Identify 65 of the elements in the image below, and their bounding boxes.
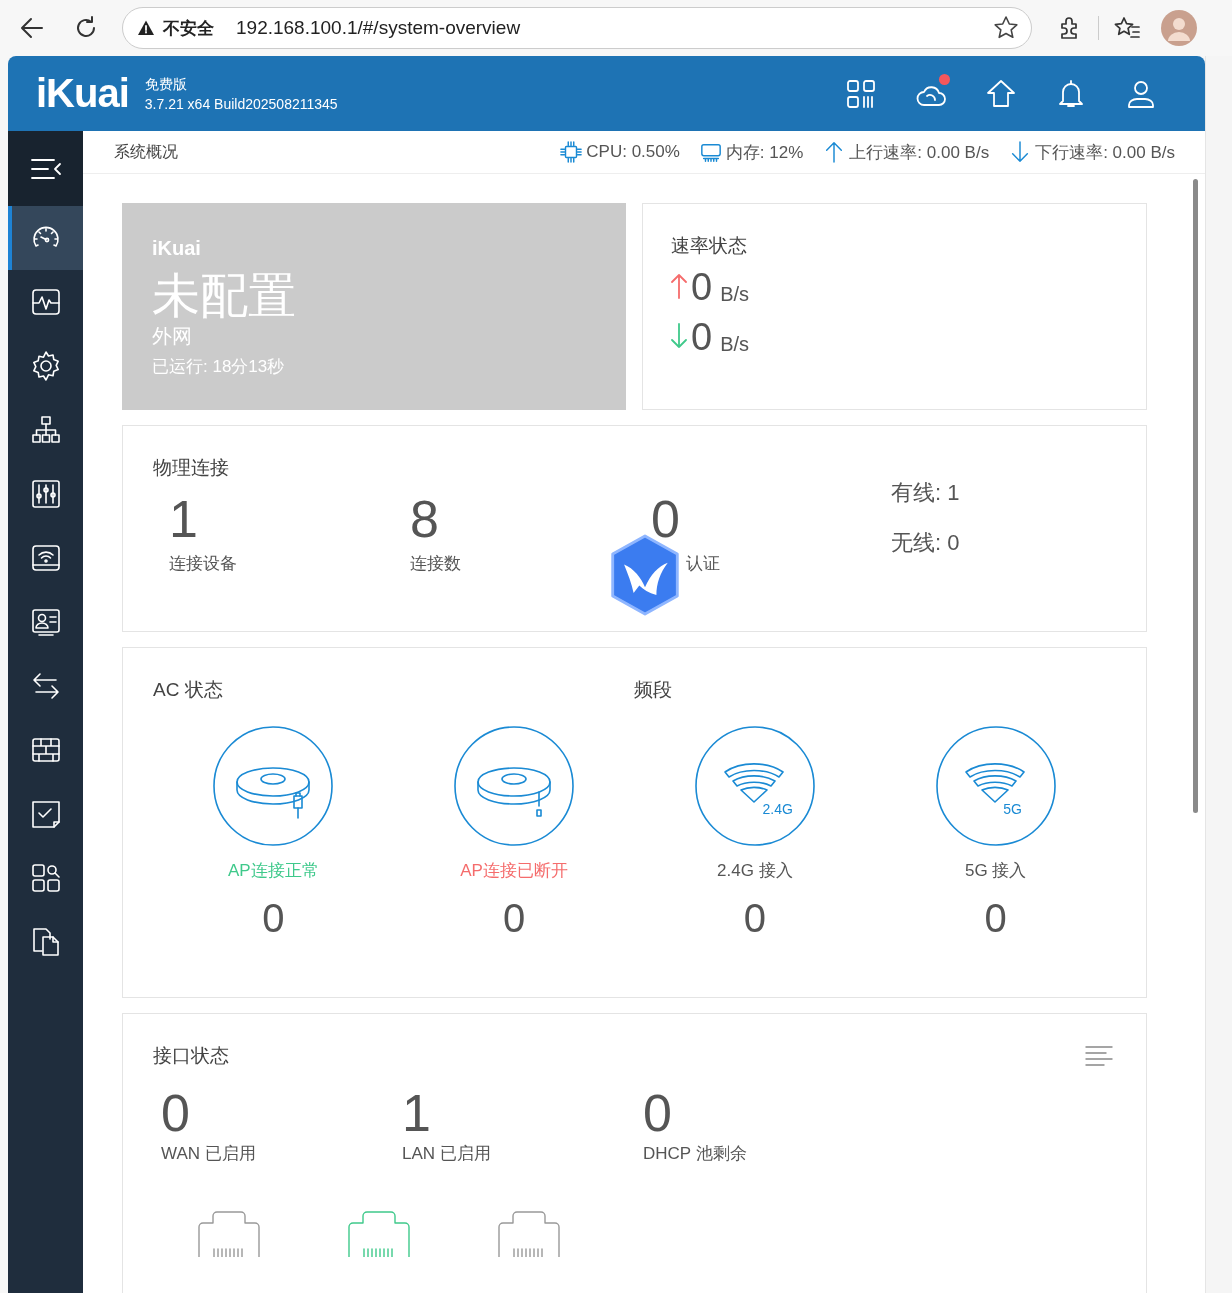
card-title: 速率状态	[671, 234, 748, 258]
bookmark-star-icon[interactable]	[993, 15, 1019, 41]
wireless-router-icon	[29, 542, 62, 574]
breadcrumb: 系统概况	[114, 141, 178, 162]
rate-unit: B/s	[720, 332, 750, 357]
status-text: 上行速率: 0.00 B/s	[849, 141, 990, 164]
alert-dot	[939, 73, 950, 85]
apps-tools-icon	[29, 862, 62, 894]
rate-value: 0	[691, 265, 713, 310]
wifi-icon	[935, 726, 1056, 846]
sidebar-item[interactable]	[8, 206, 83, 270]
stat-value: 0	[743, 895, 766, 942]
checklist-icon	[29, 798, 62, 830]
home-icon[interactable]	[985, 77, 1017, 110]
scrollbar[interactable]	[1193, 179, 1198, 813]
stat-label: DHCP 池剩余	[643, 1143, 748, 1165]
status-text: CPU: 0.50%	[586, 142, 680, 162]
account-card-icon	[29, 606, 62, 638]
apps-icon[interactable]	[845, 77, 877, 110]
access-point-alert-icon	[454, 726, 575, 846]
card-title: AC 状态	[153, 678, 224, 702]
stat-label: WAN 已启用	[161, 1143, 257, 1165]
security-label: 不安全	[163, 17, 214, 40]
edition-label: 免费版	[144, 74, 188, 94]
stat-value: 8	[410, 490, 440, 548]
warning-icon	[137, 19, 155, 37]
version-label: 3.7.21 x64 Build202508211345	[144, 94, 338, 114]
stat-value: 0	[984, 895, 1007, 942]
access-point-icon	[213, 726, 334, 846]
network-tree-icon	[29, 414, 62, 446]
stat-value: 0	[161, 1084, 191, 1142]
stat-text: 有线: 1	[891, 479, 960, 507]
band-label: 5G	[1003, 801, 1022, 817]
stat-value: 1	[402, 1084, 432, 1142]
download-arrow-icon	[671, 322, 687, 350]
upload-arrow-icon	[671, 272, 687, 300]
status-label: 2.4G 接入	[717, 860, 793, 882]
wifi-icon	[694, 726, 815, 846]
stat-value: 0	[503, 895, 526, 942]
stat-value: 0	[262, 895, 285, 942]
card-title: 接口状态	[153, 1044, 229, 1068]
stat-text: 无线: 0	[891, 529, 960, 557]
status-label: AP连接已断开	[460, 860, 568, 882]
sliders-icon	[29, 478, 62, 510]
logo: iKuai	[36, 71, 129, 116]
status-label: 5G 接入	[964, 860, 1027, 882]
status-text: 内存: 12%	[725, 141, 804, 164]
status-label: AP连接正常	[228, 860, 319, 882]
address-bar[interactable]: 不安全 192.168.100.1/#/system-overview	[122, 7, 1032, 49]
stat-label: LAN 已启用	[402, 1143, 492, 1165]
card-title: 频段	[634, 678, 672, 702]
rate-value: 0	[691, 315, 713, 360]
card-title: 物理连接	[153, 456, 230, 480]
stat-value: 1	[169, 490, 199, 548]
pulse-monitor-icon	[29, 286, 62, 318]
stat-value: 0	[651, 490, 681, 548]
stat-value: 0	[643, 1084, 673, 1142]
band-label: 2.4G	[762, 801, 793, 817]
status-text: 下行速率: 0.00 B/s	[1035, 141, 1175, 164]
rate-unit: B/s	[720, 282, 750, 307]
cpu-chip-icon	[560, 140, 583, 164]
stat-label: 认证	[685, 553, 721, 575]
stat-label: 连接设备	[169, 553, 238, 575]
stat-label: 连接数	[410, 553, 462, 575]
url-text: 192.168.100.1/#/system-overview	[236, 17, 522, 39]
